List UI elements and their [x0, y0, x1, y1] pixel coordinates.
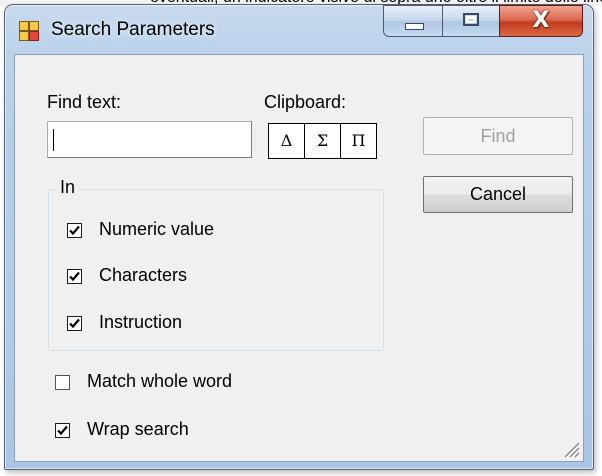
checkmark-icon	[69, 271, 80, 282]
find-text-label: Find text:	[47, 92, 122, 112]
wrap-search-label[interactable]: Wrap search	[87, 419, 189, 440]
characters-label[interactable]: Characters	[99, 265, 187, 286]
clipboard-pi-button[interactable]: Π	[340, 123, 377, 159]
title-bar[interactable]: Search Parameters X	[5, 5, 593, 53]
window-title: Search Parameters	[51, 19, 215, 40]
window-app-icon[interactable]	[19, 21, 39, 41]
numeric-value-checkbox[interactable]	[67, 223, 82, 238]
close-icon: X	[532, 8, 550, 33]
instruction-checkbox[interactable]	[67, 316, 82, 331]
checkmark-icon	[69, 318, 80, 329]
clipboard-sigma-button[interactable]: Σ	[304, 123, 341, 159]
caption-buttons: X	[383, 5, 583, 37]
match-whole-word-checkbox[interactable]	[55, 375, 70, 390]
checkmark-icon	[57, 425, 68, 436]
characters-checkbox[interactable]	[67, 269, 82, 284]
resize-grip-icon[interactable]	[559, 437, 581, 459]
clipboard-delta-button[interactable]: Δ	[268, 123, 305, 159]
wrap-search-checkbox[interactable]	[55, 423, 70, 438]
clipboard-label: Clipboard:	[264, 92, 347, 112]
minimize-icon	[405, 23, 424, 30]
maximize-icon	[463, 13, 479, 26]
maximize-button[interactable]	[442, 5, 500, 37]
cancel-button[interactable]: Cancel	[423, 176, 573, 213]
instruction-label[interactable]: Instruction	[99, 312, 182, 333]
numeric-value-label[interactable]: Numeric value	[99, 219, 214, 240]
find-text-input[interactable]	[47, 121, 252, 158]
match-whole-word-label[interactable]: Match whole word	[87, 371, 232, 392]
find-button[interactable]: Find	[423, 117, 573, 155]
search-parameters-dialog: Search Parameters X Find text: Clipboard…	[4, 4, 594, 470]
checkmark-icon	[69, 225, 80, 236]
minimize-button[interactable]	[383, 5, 443, 37]
dialog-client-area: Find text: Clipboard: Δ Σ Π Find Cancel …	[14, 54, 584, 462]
text-caret	[53, 129, 54, 151]
in-group-label: In	[57, 177, 79, 198]
close-button[interactable]: X	[499, 5, 583, 37]
